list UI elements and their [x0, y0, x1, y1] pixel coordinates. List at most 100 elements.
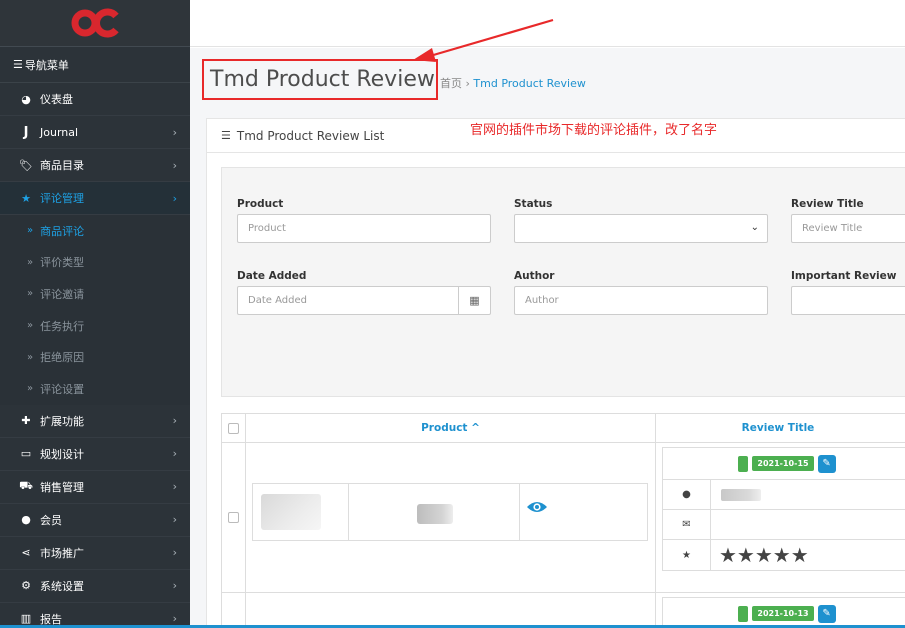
sidebar-item-label: 商品目录 — [40, 159, 84, 172]
chevron-right-icon: › — [172, 414, 177, 428]
sidebar-item-label: 扩展功能 — [40, 414, 84, 428]
row-checkbox[interactable] — [228, 512, 239, 523]
user-icon: ● — [663, 480, 711, 509]
chevron-right-icon: › — [172, 612, 177, 626]
submenu-item-label: 评论邀请 — [40, 287, 85, 301]
review-table: Product ^ Review Title 2021-10-15 ✎ ● ✉ … — [221, 413, 905, 628]
double-chevron-icon: » — [27, 351, 34, 363]
double-chevron-icon: » — [27, 288, 34, 300]
sidebar-item-dashboard[interactable]: ◕ 仪表盘 — [0, 83, 190, 116]
chevron-down-icon: ⌄ — [750, 222, 759, 233]
sidebar-item-design[interactable]: ▭ 规划设计 › — [0, 438, 190, 471]
breadcrumb: 首页 › Tmd Product Review — [440, 75, 586, 91]
monitor-icon: ▭ — [20, 447, 32, 461]
double-chevron-icon: » — [27, 225, 34, 237]
page-title: Tmd Product Review — [210, 67, 435, 92]
puzzle-icon: ✚ — [21, 414, 31, 428]
sidebar-item-label: 会员 — [40, 513, 62, 527]
sidebar-item-system[interactable]: ⚙ 系统设置 › — [0, 570, 190, 603]
sidebar-item-label: 销售管理 — [40, 480, 84, 494]
sidebar-item-label: Journal — [40, 125, 79, 139]
sidebar: ☰ 导航菜单 ◕ 仪表盘 J Journal › 🏷 商品目录 › ★ 评论管理… — [0, 0, 190, 628]
opencart-logo[interactable] — [0, 0, 190, 47]
sidebar-item-label: 规划设计 — [40, 447, 84, 461]
row-checkbox-cell — [222, 593, 246, 628]
breadcrumb-separator: › — [465, 77, 470, 90]
review-cell: 2021-10-13 ✎ — [656, 593, 905, 628]
submenu-item-review-invite[interactable]: » 评论邀请 — [0, 278, 190, 310]
eye-icon[interactable] — [526, 500, 548, 514]
hamburger-icon: ☰ — [13, 58, 23, 71]
submenu-item-review-type[interactable]: » 评价类型 — [0, 247, 190, 279]
review-email — [711, 510, 905, 539]
submenu-item-review-settings[interactable]: » 评论设置 — [0, 373, 190, 405]
cart-icon: ⛟ — [19, 479, 33, 493]
submenu-item-label: 评论设置 — [40, 382, 85, 396]
bar-chart-icon: ▥ — [20, 612, 32, 626]
review-author — [711, 480, 905, 509]
sidebar-item-marketing[interactable]: ⋖ 市场推广 › — [0, 537, 190, 570]
breadcrumb-home[interactable]: 首页 — [440, 77, 462, 90]
review-email-line: ✉ — [663, 510, 905, 540]
review-rating-line: ★ ★★★★★ — [663, 540, 905, 570]
status-indicator — [738, 605, 749, 622]
review-date-badge: 2021-10-13 — [752, 606, 814, 621]
review-date-badge: 2021-10-15 — [752, 456, 814, 471]
edit-pencil-icon[interactable]: ✎ — [817, 454, 836, 473]
chevron-right-icon: › — [172, 513, 177, 527]
cog-icon: ⚙ — [21, 579, 31, 593]
author-filter-input[interactable]: Author — [514, 286, 768, 315]
list-icon: ☰ — [221, 129, 231, 142]
submenu-item-label: 任务执行 — [40, 319, 85, 333]
edit-pencil-icon[interactable]: ✎ — [817, 604, 836, 623]
status-filter-select[interactable]: ⌄ — [514, 214, 768, 243]
top-header-bar — [190, 0, 905, 47]
sort-by-product[interactable]: Product ^ — [246, 414, 656, 442]
product-view-cell — [520, 484, 647, 540]
product-image — [261, 494, 321, 530]
review-status-bar: 2021-10-13 ✎ — [663, 598, 905, 628]
review-cell: 2021-10-15 ✎ ● ✉ ★ ★★★★★ — [656, 443, 905, 592]
sidebar-item-sales[interactable]: ⛟ 销售管理 › — [0, 471, 190, 504]
sidebar-item-review-management[interactable]: ★ 评论管理 › — [0, 182, 190, 215]
sidebar-item-label: 仪表盘 — [40, 93, 73, 106]
share-icon: ⋖ — [21, 546, 31, 560]
author-filter-label: Author — [514, 270, 555, 282]
sidebar-item-journal[interactable]: J Journal › — [0, 116, 190, 149]
nav-header-label: 导航菜单 — [24, 58, 69, 72]
submenu-item-label: 拒绝原因 — [40, 351, 85, 365]
product-filter-input[interactable]: Product — [237, 214, 491, 243]
sidebar-item-catalog[interactable]: 🏷 商品目录 › — [0, 149, 190, 182]
star-icon: ★ — [21, 191, 31, 205]
select-all-checkbox[interactable] — [228, 422, 239, 434]
main-content: Tmd Product Review 首页 › Tmd Product Revi… — [190, 48, 905, 628]
dashboard-icon: ◕ — [21, 92, 31, 106]
sort-by-review-title[interactable]: Review Title — [656, 414, 905, 442]
product-filter-label: Product — [237, 198, 284, 210]
status-indicator — [738, 455, 749, 472]
star-icon: ★ — [663, 540, 711, 570]
important-review-filter-select[interactable] — [791, 286, 905, 315]
nav-header[interactable]: ☰ 导航菜单 — [0, 47, 190, 83]
chevron-right-icon: › — [172, 447, 177, 461]
review-title-filter-input[interactable]: Review Title — [791, 214, 905, 243]
sidebar-item-extensions[interactable]: ✚ 扩展功能 › — [0, 405, 190, 438]
chevron-right-icon: › — [172, 546, 177, 560]
envelope-icon: ✉ — [663, 510, 711, 539]
breadcrumb-current[interactable]: Tmd Product Review — [473, 77, 585, 90]
submenu-item-task-run[interactable]: » 任务执行 — [0, 310, 190, 342]
table-header-row: Product ^ Review Title — [221, 413, 905, 443]
sidebar-item-label: 市场推广 — [40, 546, 84, 560]
sidebar-item-customers[interactable]: ● 会员 › — [0, 504, 190, 537]
sidebar-item-label: 系统设置 — [40, 579, 84, 593]
calendar-icon[interactable]: ▦ — [458, 287, 490, 314]
status-filter-label: Status — [514, 198, 553, 210]
opencart-logo-icon — [71, 8, 119, 38]
select-all-cell — [222, 414, 246, 442]
submenu-item-reject-reason[interactable]: » 拒绝原因 — [0, 341, 190, 373]
sidebar-item-label: 评论管理 — [40, 192, 84, 205]
product-image-cell — [253, 484, 349, 540]
submenu-item-product-review[interactable]: » 商品评论 — [0, 215, 190, 247]
double-chevron-icon: » — [27, 320, 34, 332]
date-added-filter-input[interactable]: Date Added ▦ — [237, 286, 491, 315]
